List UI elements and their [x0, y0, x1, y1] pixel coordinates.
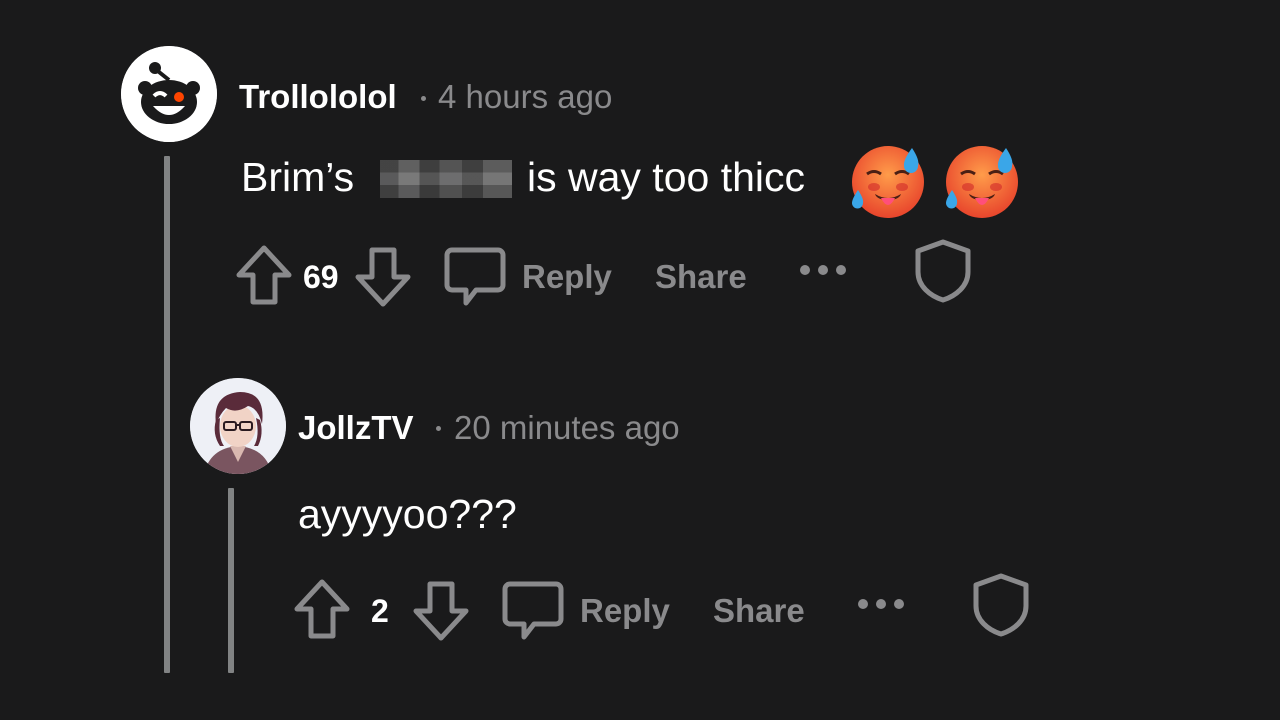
arrow-down-icon[interactable]: [412, 580, 470, 642]
share-button[interactable]: Share: [713, 591, 805, 631]
reddit-snoo-laugh-icon: [121, 46, 217, 142]
comment-text-start: Brim’s: [241, 154, 355, 200]
arrow-up-icon[interactable]: [293, 578, 351, 640]
comment-timestamp[interactable]: 20 minutes ago: [454, 408, 680, 448]
comment-timestamp[interactable]: 4 hours ago: [438, 77, 612, 117]
hot-face-emoji: [850, 142, 930, 222]
thread-line-comment-1[interactable]: [164, 156, 170, 673]
censored-word: [380, 160, 512, 198]
share-button[interactable]: Share: [655, 257, 747, 297]
avatar[interactable]: [190, 378, 286, 474]
avatar[interactable]: [121, 46, 217, 142]
more-dots-icon[interactable]: [798, 262, 848, 278]
anime-avatar-icon: [190, 378, 286, 474]
arrow-up-icon[interactable]: [235, 244, 293, 306]
comment-text-end: is way too thicc: [527, 154, 805, 200]
comment-author[interactable]: Trollololol: [239, 77, 397, 117]
vote-score: 2: [371, 593, 389, 629]
separator-dot: [421, 96, 426, 101]
speech-bubble-icon[interactable]: [502, 579, 564, 643]
separator-dot: [436, 426, 441, 431]
comment-text: ayyyyoo???: [298, 491, 517, 537]
vote-score: 69: [303, 259, 339, 295]
hot-face-emoji: [944, 142, 1024, 222]
more-dots-icon[interactable]: [856, 596, 906, 612]
shield-icon[interactable]: [971, 572, 1031, 638]
thread-line-comment-2[interactable]: [228, 488, 234, 673]
reply-button[interactable]: Reply: [522, 257, 612, 297]
arrow-down-icon[interactable]: [354, 246, 412, 308]
shield-icon[interactable]: [913, 238, 973, 304]
reply-button[interactable]: Reply: [580, 591, 670, 631]
comment-author[interactable]: JollzTV: [298, 408, 414, 448]
speech-bubble-icon[interactable]: [444, 245, 506, 309]
